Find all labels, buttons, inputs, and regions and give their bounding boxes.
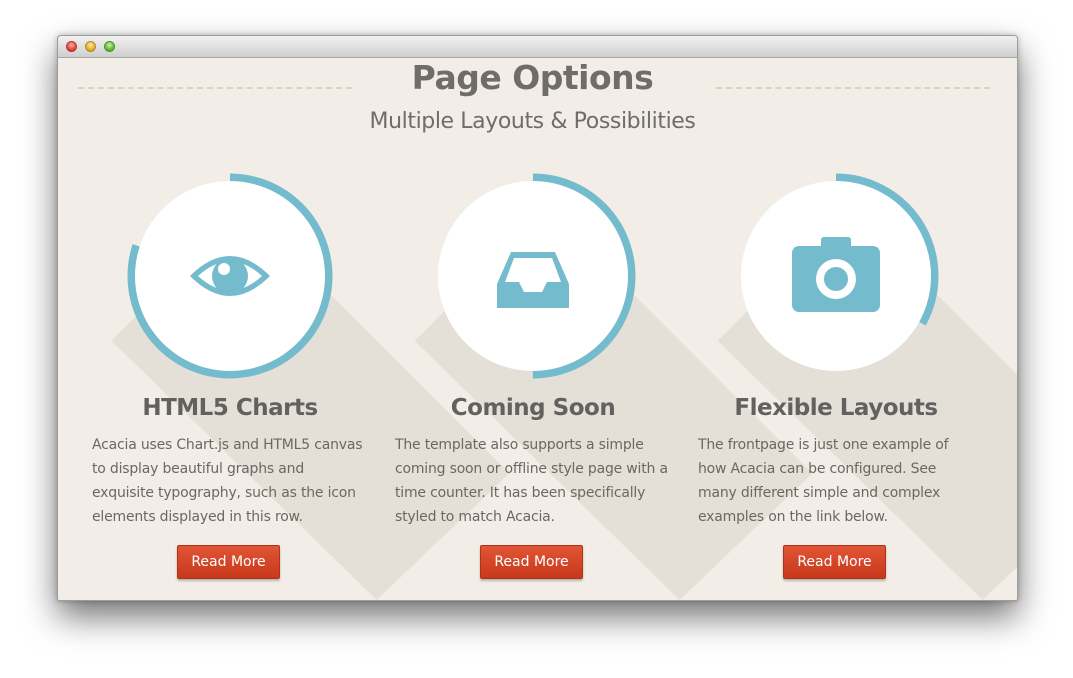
feature-html5-charts: HTML5 Charts Acacia uses Chart.js and HT… [58,58,510,600]
feature-flexible-layouts: Flexible Layouts The frontpage is just o… [664,58,1017,600]
close-window-button[interactable] [66,41,77,52]
browser-window: Page Options Multiple Layouts & Possibil… [57,35,1018,601]
feature-description: Acacia uses Chart.js and HTML5 canvas to… [92,437,363,525]
feature-title: HTML5 Charts [142,395,318,421]
camera-icon [792,237,880,312]
minimize-window-button[interactable] [85,41,96,52]
zoom-window-button[interactable] [104,41,115,52]
feature-description: The template also supports a simple comi… [395,437,668,525]
read-more-button[interactable]: Read More [177,545,280,579]
window-titlebar [58,36,1017,58]
inbox-icon [497,252,569,308]
feature-title: Flexible Layouts [734,395,938,421]
feature-description: The frontpage is just one example of how… [698,437,949,525]
read-more-button[interactable]: Read More [783,545,886,579]
page-content: Page Options Multiple Layouts & Possibil… [58,58,1017,600]
feature-title: Coming Soon [450,395,616,421]
feature-coming-soon: Coming Soon The template also supports a… [361,58,813,600]
read-more-button[interactable]: Read More [480,545,583,579]
